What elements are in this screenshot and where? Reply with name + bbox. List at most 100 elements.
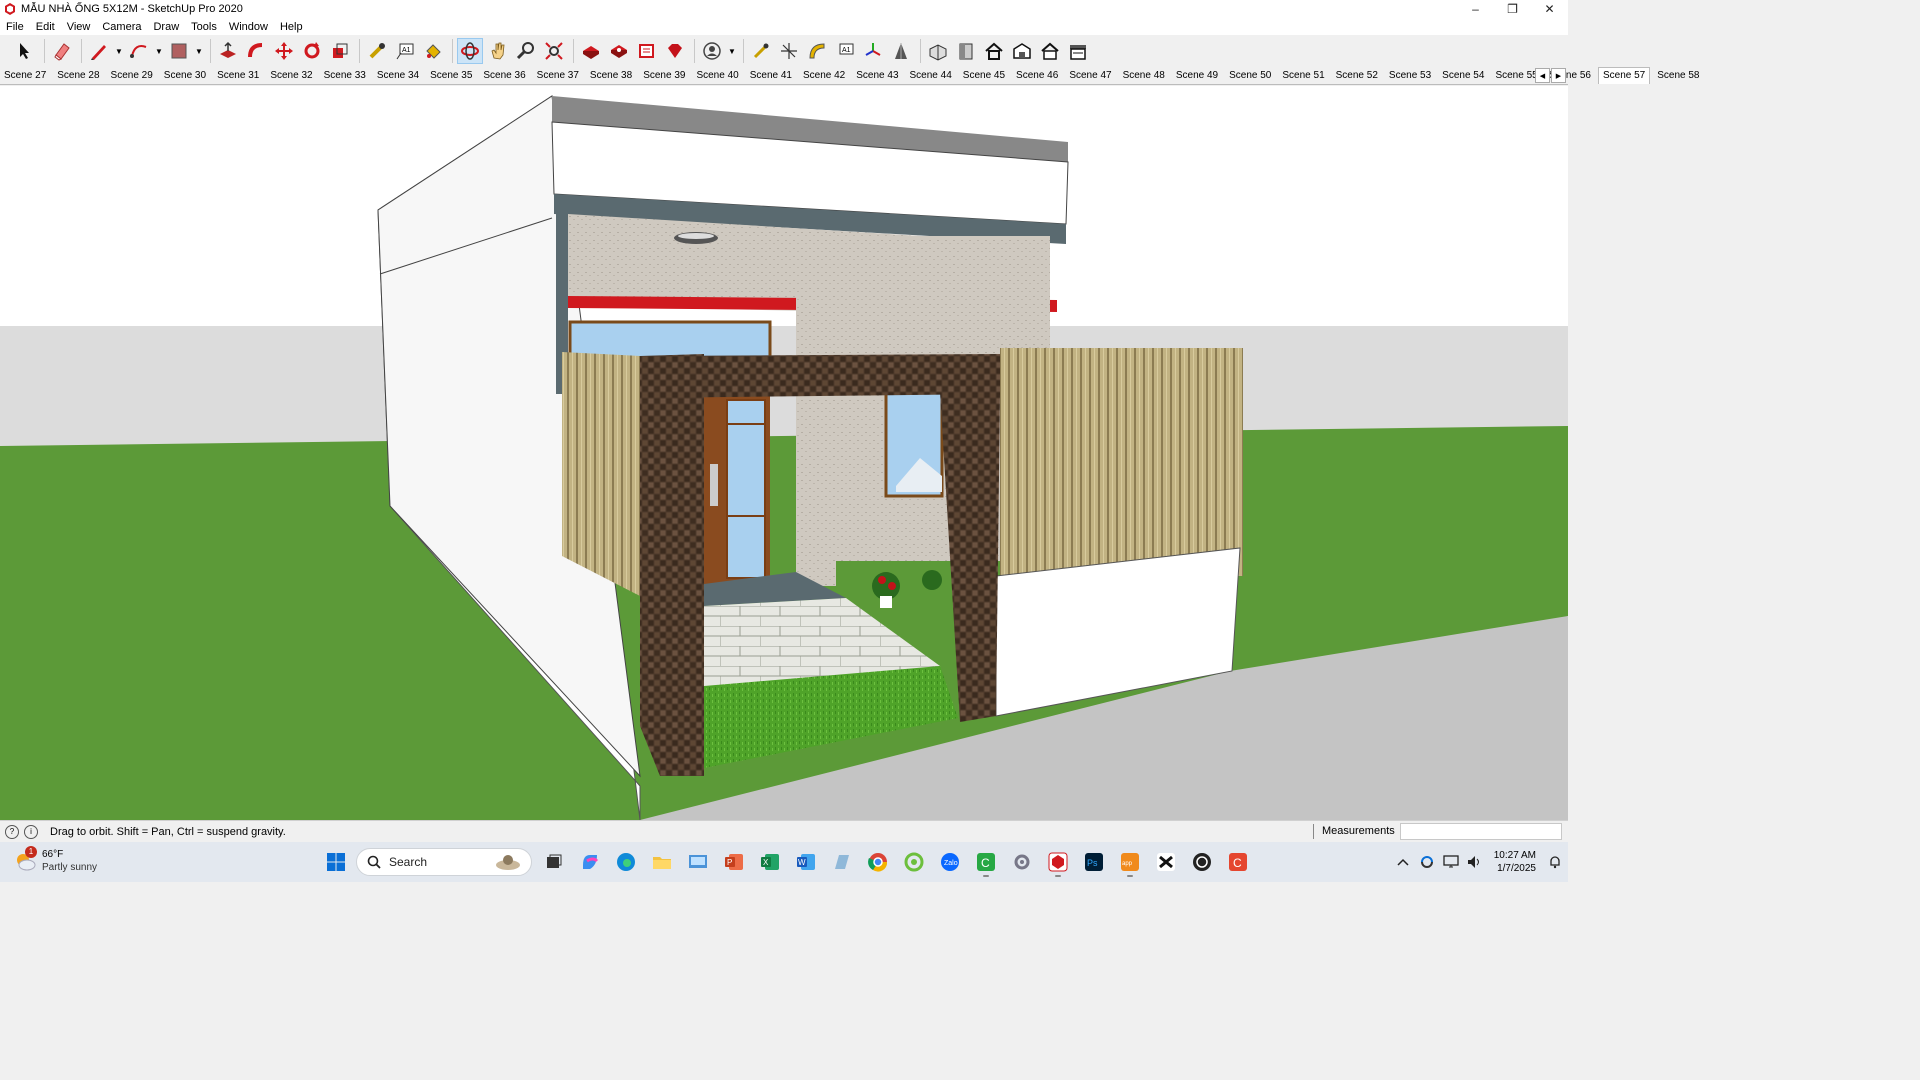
photoshop-icon[interactable]: Ps (1078, 846, 1110, 878)
menu-camera[interactable]: Camera (96, 21, 147, 33)
network-icon[interactable] (1440, 851, 1462, 873)
axes-icon[interactable] (776, 38, 802, 64)
geo-location-icon[interactable]: ? (5, 824, 19, 839)
system-clock[interactable]: 10:27 AM 1/7/2025 (1494, 849, 1536, 875)
settings-gear-icon[interactable] (1006, 846, 1038, 878)
dimension-icon[interactable]: A1 (832, 38, 858, 64)
word-icon[interactable]: W (790, 846, 822, 878)
layout-icon[interactable] (634, 38, 660, 64)
scene-tab-29[interactable]: Scene 29 (107, 68, 157, 84)
chevron-down-icon[interactable]: ▼ (114, 38, 124, 64)
scene-tab-27[interactable]: Scene 27 (0, 68, 50, 84)
scene-tab-58[interactable]: Scene 58 (1653, 68, 1703, 84)
scene-tab-30[interactable]: Scene 30 (160, 68, 210, 84)
scene-tab-44[interactable]: Scene 44 (906, 68, 956, 84)
green-app-icon[interactable] (898, 846, 930, 878)
sync-icon[interactable] (1416, 851, 1438, 873)
obs-icon[interactable] (1186, 846, 1218, 878)
scene-tab-47[interactable]: Scene 47 (1065, 68, 1115, 84)
zoom-extents-icon[interactable] (541, 38, 567, 64)
control-panel-icon[interactable] (682, 846, 714, 878)
text-icon[interactable]: A1 (392, 38, 418, 64)
sketchup-taskbar-icon[interactable] (1042, 846, 1074, 878)
scene-tab-34[interactable]: Scene 34 (373, 68, 423, 84)
extension-icon[interactable] (606, 38, 632, 64)
menu-help[interactable]: Help (274, 21, 309, 33)
scene-tab-41[interactable]: Scene 41 (746, 68, 796, 84)
scene-tab-31[interactable]: Scene 31 (213, 68, 263, 84)
menu-window[interactable]: Window (223, 21, 274, 33)
house-icon[interactable] (1037, 38, 1063, 64)
scene-tab-43[interactable]: Scene 43 (852, 68, 902, 84)
orbit-icon[interactable] (457, 38, 483, 64)
scale-icon[interactable] (327, 38, 353, 64)
protractor-icon[interactable] (804, 38, 830, 64)
scene-scroll-left-icon[interactable]: ◀ (1535, 68, 1550, 83)
rotate-icon[interactable] (299, 38, 325, 64)
sticky-notes-icon[interactable] (826, 846, 858, 878)
scene-tab-33[interactable]: Scene 33 (320, 68, 370, 84)
scene-tab-38[interactable]: Scene 38 (586, 68, 636, 84)
copilot-icon[interactable] (574, 846, 606, 878)
weather-widget[interactable]: 1 66°F Partly sunny (14, 846, 97, 874)
chevron-down-icon[interactable]: ▼ (727, 38, 737, 64)
powerpoint-icon[interactable]: P (718, 846, 750, 878)
3d-warehouse-icon[interactable] (925, 38, 951, 64)
orange-app-icon[interactable]: app (1114, 846, 1146, 878)
scene-tab-57[interactable]: Scene 57 (1597, 67, 1651, 84)
scene-tab-45[interactable]: Scene 45 (959, 68, 1009, 84)
task-view-icon[interactable] (538, 846, 570, 878)
pan-icon[interactable] (485, 38, 511, 64)
move-icon[interactable] (271, 38, 297, 64)
scene-tab-52[interactable]: Scene 52 (1332, 68, 1382, 84)
rectangle-icon[interactable] (166, 38, 192, 64)
file-explorer-icon[interactable] (646, 846, 678, 878)
scene-tab-37[interactable]: Scene 37 (533, 68, 583, 84)
follow-me-icon[interactable] (243, 38, 269, 64)
scene-scroll-right-icon[interactable]: ▶ (1551, 68, 1566, 83)
garage-icon[interactable] (1065, 38, 1091, 64)
scene-tab-51[interactable]: Scene 51 (1278, 68, 1328, 84)
menu-tools[interactable]: Tools (185, 21, 223, 33)
chevron-down-icon[interactable]: ▼ (154, 38, 164, 64)
chevron-down-icon[interactable]: ▼ (194, 38, 204, 64)
scene-tab-42[interactable]: Scene 42 (799, 68, 849, 84)
excel-icon[interactable]: X (754, 846, 786, 878)
ruby-icon[interactable] (662, 38, 688, 64)
scene-tab-54[interactable]: Scene 54 (1438, 68, 1488, 84)
measurements-input[interactable] (1400, 823, 1562, 840)
camtasia-icon[interactable]: C (970, 846, 1002, 878)
restore-button[interactable]: ❐ (1494, 0, 1531, 18)
arc-icon[interactable] (126, 38, 152, 64)
close-button[interactable]: ✕ (1531, 0, 1568, 18)
canva-icon[interactable]: C (1222, 846, 1254, 878)
iso-view-icon[interactable] (1009, 38, 1035, 64)
scene-tab-48[interactable]: Scene 48 (1119, 68, 1169, 84)
sandbox-icon[interactable] (888, 38, 914, 64)
scene-tab-36[interactable]: Scene 36 (479, 68, 529, 84)
axes-tool-icon[interactable] (860, 38, 886, 64)
scene-tab-53[interactable]: Scene 53 (1385, 68, 1435, 84)
scene-tab-40[interactable]: Scene 40 (692, 68, 742, 84)
taskbar-search-input[interactable]: Search (356, 848, 532, 876)
scene-tab-28[interactable]: Scene 28 (53, 68, 103, 84)
scene-tab-50[interactable]: Scene 50 (1225, 68, 1275, 84)
pencil-icon[interactable] (86, 38, 112, 64)
info-icon[interactable]: i (24, 824, 38, 839)
home-icon[interactable] (981, 38, 1007, 64)
menu-draw[interactable]: Draw (147, 21, 185, 33)
paint-bucket-icon[interactable] (420, 38, 446, 64)
select-icon[interactable] (12, 38, 38, 64)
volume-icon[interactable] (1464, 851, 1486, 873)
push-pull-icon[interactable] (215, 38, 241, 64)
user-icon[interactable] (699, 38, 725, 64)
scene-tab-35[interactable]: Scene 35 (426, 68, 476, 84)
scene-tab-39[interactable]: Scene 39 (639, 68, 689, 84)
menu-edit[interactable]: Edit (30, 21, 61, 33)
tape-measure-icon[interactable] (364, 38, 390, 64)
scene-tab-32[interactable]: Scene 32 (266, 68, 316, 84)
chevron-up-icon[interactable] (1392, 851, 1414, 873)
minimize-button[interactable]: – (1457, 0, 1494, 18)
menu-view[interactable]: View (61, 21, 97, 33)
chrome-icon[interactable] (862, 846, 894, 878)
